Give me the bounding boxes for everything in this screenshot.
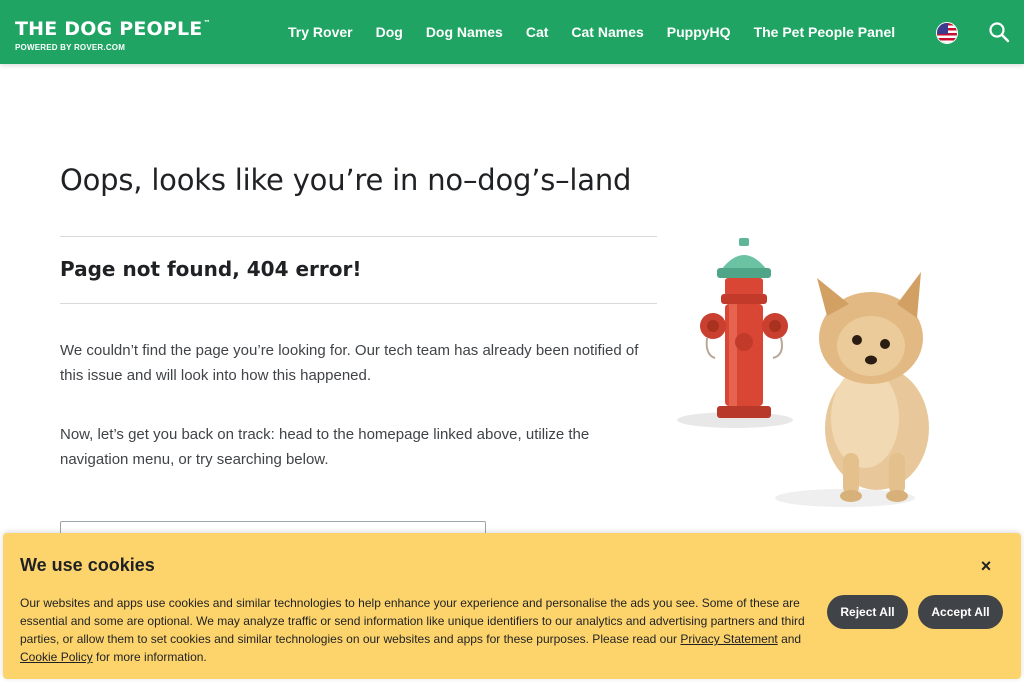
privacy-statement-link[interactable]: Privacy Statement	[680, 632, 777, 646]
pomeranian-dog-icon	[817, 272, 929, 502]
nav-link-dog-names[interactable]: Dog Names	[426, 24, 503, 40]
cookie-title: We use cookies	[20, 555, 155, 575]
nav-link-pet-people-panel[interactable]: The Pet People Panel	[754, 24, 896, 40]
divider	[60, 303, 657, 304]
page-title: Oops, looks like you’re in no–dog’s–land	[60, 163, 632, 197]
nav-link-try-rover[interactable]: Try Rover	[288, 24, 353, 40]
brand-tagline: POWERED BY ROVER.COM	[15, 43, 126, 52]
cookie-banner: We use cookies × Our websites and apps u…	[3, 533, 1021, 679]
hydrant-dog-illustration	[675, 230, 965, 510]
nav-link-dog[interactable]: Dog	[376, 24, 403, 40]
nav-link-puppyhq[interactable]: PuppyHQ	[667, 24, 731, 40]
error-help-text: Now, let’s get you back on track: head t…	[60, 426, 590, 468]
close-icon[interactable]: ×	[975, 555, 997, 577]
reject-all-button[interactable]: Reject All	[827, 595, 908, 629]
us-flag-icon[interactable]	[936, 22, 958, 44]
search-icon[interactable]	[988, 21, 1010, 43]
main-nav: Try Rover Dog Dog Names Cat Cat Names Pu…	[288, 0, 918, 64]
trademark-mark: ™	[203, 19, 211, 27]
cookie-text-outro: for more information.	[92, 650, 207, 664]
cookie-text-and: and	[777, 632, 802, 646]
error-description: We couldn’t find the page you’re looking…	[60, 342, 639, 384]
cookie-message: Our websites and apps use cookies and si…	[20, 594, 810, 666]
accept-all-button[interactable]: Accept All	[918, 595, 1003, 629]
nav-link-cat[interactable]: Cat	[526, 24, 549, 40]
site-header: THE DOG PEOPLE™ POWERED BY ROVER.COM Try…	[0, 0, 1024, 64]
error-subtitle: Page not found, 404 error!	[60, 257, 362, 281]
brand-logo[interactable]: THE DOG PEOPLE™ POWERED BY ROVER.COM	[15, 12, 211, 53]
cookie-policy-link[interactable]: Cookie Policy	[20, 650, 93, 664]
divider	[60, 236, 657, 237]
nav-link-cat-names[interactable]: Cat Names	[571, 24, 643, 40]
brand-name: THE DOG PEOPLE	[15, 18, 203, 40]
